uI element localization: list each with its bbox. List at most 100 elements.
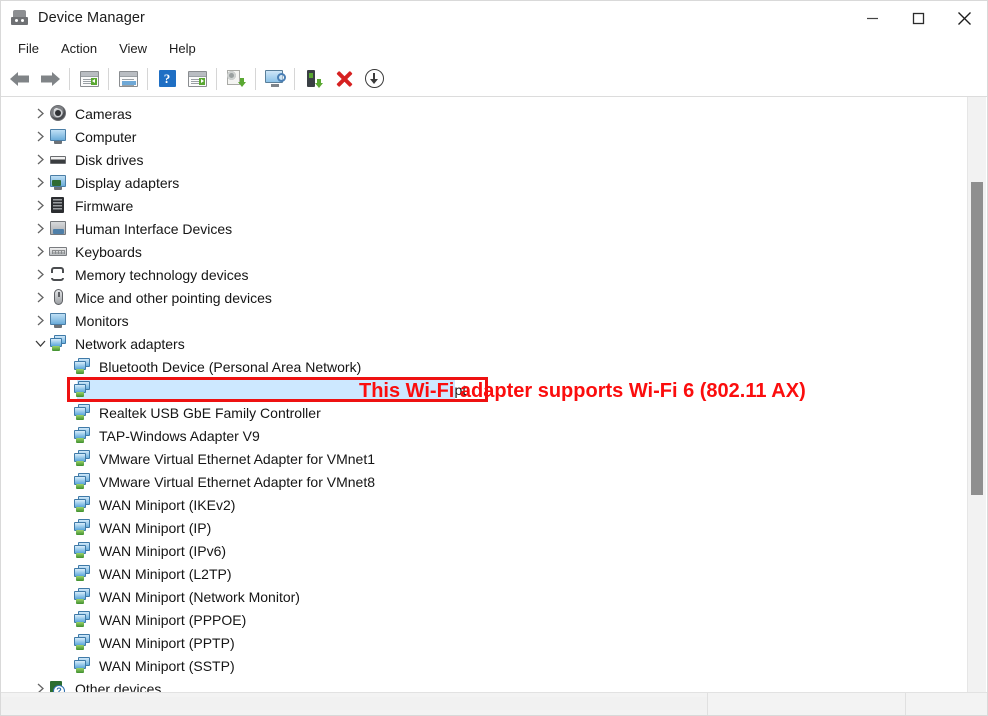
- chevron-right-icon[interactable]: [31, 269, 49, 280]
- disk-drive-icon: [49, 151, 67, 168]
- human-interface-device-icon: [49, 220, 67, 237]
- tree-row[interactable]: Display adapters: [1, 171, 987, 194]
- chevron-right-icon[interactable]: [31, 108, 49, 119]
- maximize-button[interactable]: [895, 1, 941, 35]
- network-adapter-icon: [73, 519, 91, 536]
- toolbar-separator: [294, 67, 295, 90]
- display-adapter-icon: [49, 174, 67, 191]
- chevron-down-icon[interactable]: [31, 339, 49, 348]
- chevron-right-icon[interactable]: [31, 154, 49, 165]
- tree-row[interactable]: TAP-Windows Adapter V9: [1, 424, 987, 447]
- network-adapter-icon: [73, 473, 91, 490]
- back-button[interactable]: [5, 65, 35, 93]
- chevron-right-icon[interactable]: [31, 177, 49, 188]
- tree-row[interactable]: Realtek USB GbE Family Controller: [1, 401, 987, 424]
- toolbar-separator: [216, 67, 217, 90]
- menu-view[interactable]: View: [108, 38, 158, 59]
- tree-row[interactable]: WAN Miniport (IPv6): [1, 539, 987, 562]
- tree-row[interactable]: WAN Miniport (PPPOE): [1, 608, 987, 631]
- forward-button[interactable]: [35, 65, 65, 93]
- forward-arrow-icon: [41, 71, 60, 86]
- menu-help[interactable]: Help: [158, 38, 207, 59]
- network-adapter-icon: [73, 427, 91, 444]
- enable-device-button[interactable]: [299, 65, 329, 93]
- vertical-scrollbar-thumb[interactable]: [971, 182, 983, 495]
- tree-row-label: WAN Miniport (SSTP): [99, 657, 235, 674]
- tree-row[interactable]: Computer: [1, 125, 987, 148]
- tree-row-label: Cameras: [75, 105, 132, 122]
- tree-row[interactable]: Monitors: [1, 309, 987, 332]
- menu-bar: File Action View Help: [1, 35, 987, 61]
- update-driver-button[interactable]: [221, 65, 251, 93]
- network-adapter-icon: [73, 634, 91, 651]
- show-hide-action-pane-button[interactable]: [182, 65, 212, 93]
- tree-row[interactable]: WAN Miniport (Network Monitor): [1, 585, 987, 608]
- toolbar: ?: [1, 61, 987, 97]
- mouse-icon: [49, 289, 67, 306]
- tree-row-label: WAN Miniport (IKEv2): [99, 496, 236, 513]
- chevron-right-icon[interactable]: [31, 200, 49, 211]
- chevron-right-icon[interactable]: [31, 131, 49, 142]
- tree-row-label: WAN Miniport (PPPOE): [99, 611, 247, 628]
- chevron-right-icon[interactable]: [31, 315, 49, 326]
- network-adapter-icon: [73, 450, 91, 467]
- scan-for-hardware-changes-button[interactable]: [260, 65, 290, 93]
- network-adapter-icon: [73, 588, 91, 605]
- tree-row[interactable]: Bluetooth Device (Personal Area Network): [1, 355, 987, 378]
- camera-icon: [49, 105, 67, 122]
- chevron-right-icon[interactable]: [31, 246, 49, 257]
- tree-row[interactable]: VMware Virtual Ethernet Adapter for VMne…: [1, 447, 987, 470]
- tree-row[interactable]: WAN Miniport (IP): [1, 516, 987, 539]
- minimize-button[interactable]: [849, 1, 895, 35]
- network-adapter-icon: [73, 565, 91, 582]
- chevron-right-icon[interactable]: [31, 292, 49, 303]
- tree-row-label: TAP-Windows Adapter V9: [99, 427, 260, 444]
- tree-row[interactable]: VMware Virtual Ethernet Adapter for VMne…: [1, 470, 987, 493]
- tree-row[interactable]: Mice and other pointing devices: [1, 286, 987, 309]
- horizontal-scrollbar-thumb[interactable]: [1, 697, 708, 710]
- tree-row[interactable]: Network adapters: [1, 332, 987, 355]
- help-question-icon: ?: [158, 70, 176, 87]
- tree-row-label: Mice and other pointing devices: [75, 289, 272, 306]
- toolbar-separator: [108, 67, 109, 90]
- network-adapter-icon: [73, 657, 91, 674]
- tree-row[interactable]: Disk drives: [1, 148, 987, 171]
- tree-row[interactable]: Human Interface Devices: [1, 217, 987, 240]
- menu-file[interactable]: File: [7, 38, 50, 59]
- scan-monitor-icon: [265, 70, 286, 87]
- tree-row[interactable]: WAN Miniport (L2TP): [1, 562, 987, 585]
- properties-button[interactable]: [113, 65, 143, 93]
- vertical-scrollbar[interactable]: [967, 97, 986, 715]
- tree-row-label: Firmware: [75, 197, 134, 214]
- device-tree[interactable]: Cameras Computer Disk drives Display adapte…: [1, 97, 987, 715]
- install-legacy-hardware-button[interactable]: [359, 65, 389, 93]
- back-arrow-icon: [10, 71, 29, 86]
- tree-row[interactable]: Firmware: [1, 194, 987, 217]
- tree-row[interactable]: WAN Miniport (IKEv2): [1, 493, 987, 516]
- tree-row-label: VMware Virtual Ethernet Adapter for VMne…: [99, 450, 375, 467]
- tree-row[interactable]: WAN Miniport (SSTP): [1, 654, 987, 677]
- tree-row[interactable]: Memory technology devices: [1, 263, 987, 286]
- device-manager-icon: [11, 9, 29, 27]
- chevron-right-icon[interactable]: [31, 223, 49, 234]
- tree-row-label: WAN Miniport (Network Monitor): [99, 588, 300, 605]
- horizontal-scrollbar[interactable]: [1, 692, 987, 715]
- show-hide-console-tree-button[interactable]: [74, 65, 104, 93]
- enable-device-plug-icon: [305, 69, 323, 88]
- network-adapter-icon: [49, 335, 67, 352]
- annotation-text: This Wi-Fi adapter supports Wi-Fi 6 (802…: [359, 380, 806, 402]
- toolbar-separator: [255, 67, 256, 90]
- help-button[interactable]: ?: [152, 65, 182, 93]
- computer-icon: [49, 128, 67, 145]
- tree-row-label: Bluetooth Device (Personal Area Network): [99, 358, 362, 375]
- menu-action[interactable]: Action: [50, 38, 108, 59]
- monitor-icon: [49, 312, 67, 329]
- uninstall-device-button[interactable]: [329, 65, 359, 93]
- tree-row[interactable]: WAN Miniport (PPTP): [1, 631, 987, 654]
- tree-row[interactable]: Cameras: [1, 102, 987, 125]
- close-button[interactable]: [941, 1, 987, 35]
- properties-window-icon: [118, 70, 138, 87]
- tree-row[interactable]: Keyboards: [1, 240, 987, 263]
- window-controls: [849, 1, 987, 35]
- network-adapter-icon: [73, 496, 91, 513]
